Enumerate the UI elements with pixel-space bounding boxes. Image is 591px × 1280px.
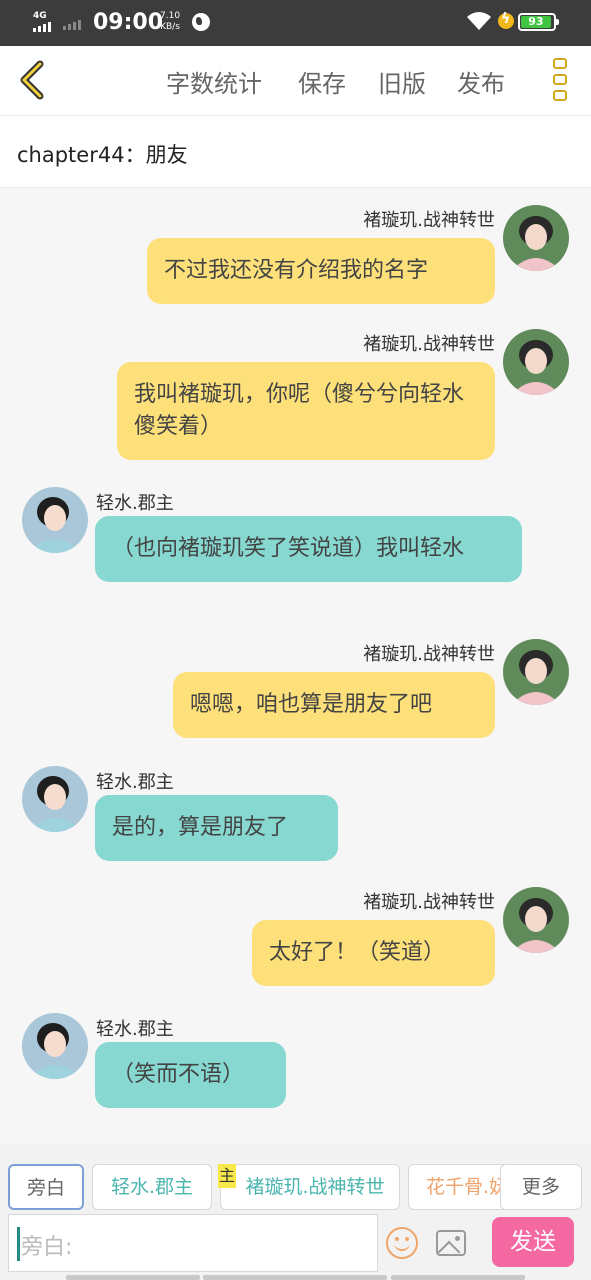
speaker-name: 褚璇玑.战神转世	[363, 210, 495, 231]
character-chip-narrator[interactable]: 旁白	[8, 1164, 84, 1210]
message-item[interactable]: 褚璇玑.战神转世 不过我还没有介绍我的名字	[0, 188, 591, 312]
speaker-name: 褚璇玑.战神转世	[363, 644, 495, 665]
message-bubble[interactable]: 太好了！（笑道）	[252, 920, 495, 986]
globe-icon	[192, 13, 210, 31]
signal-2-icon	[63, 20, 81, 30]
status-time: 09:00	[93, 10, 164, 35]
speaker-name: 褚璇玑.战神转世	[363, 892, 495, 913]
message-bubble[interactable]: 是的，算是朋友了	[95, 795, 338, 861]
input-bar: 旁白: 发送	[0, 1214, 591, 1280]
emoji-icon[interactable]	[386, 1227, 418, 1259]
word-count-button[interactable]: 字数统计	[166, 64, 262, 99]
speed-value: 7.10	[160, 11, 181, 21]
message-bubble[interactable]: （也向褚璇玑笑了笑说道）我叫轻水	[95, 516, 522, 582]
message-item[interactable]: 轻水.郡主 是的，算是朋友了	[0, 757, 591, 867]
avatar[interactable]	[503, 887, 569, 953]
character-selector: 旁白 轻水.郡主 褚璇玑.战神转世 主 花千骨.妩 更多	[0, 1144, 591, 1214]
scroll-indicator	[203, 1275, 387, 1280]
input-placeholder: 旁白:	[21, 1235, 73, 1260]
chapter-title[interactable]: chapter44：朋友	[17, 139, 188, 169]
send-button[interactable]: 发送	[492, 1217, 574, 1267]
avatar[interactable]	[503, 639, 569, 705]
more-characters-button[interactable]: 更多	[500, 1164, 582, 1210]
avatar[interactable]	[503, 329, 569, 395]
speaker-name: 轻水.郡主	[96, 493, 174, 514]
network-speed: 7.10 KB/s	[160, 11, 180, 33]
speaker-name: 轻水.郡主	[96, 772, 174, 793]
avatar[interactable]	[22, 766, 88, 832]
avatar[interactable]	[22, 1013, 88, 1079]
more-menu-icon[interactable]	[546, 58, 574, 104]
image-icon[interactable]	[436, 1230, 466, 1256]
old-version-button[interactable]: 旧版	[378, 64, 426, 99]
speaker-name: 轻水.郡主	[96, 1019, 174, 1040]
back-icon[interactable]	[12, 58, 56, 102]
message-bubble[interactable]: 嗯嗯，咱也算是朋友了吧	[173, 672, 495, 738]
speed-unit: KB/s	[160, 22, 180, 32]
speaker-name: 褚璇玑.战神转世	[363, 334, 495, 355]
charging-icon	[498, 11, 514, 29]
message-input[interactable]: 旁白:	[8, 1214, 378, 1272]
chapter-header: chapter44：朋友	[0, 116, 591, 188]
scroll-indicator	[66, 1275, 200, 1280]
message-item[interactable]: 轻水.郡主 （也向褚璇玑笑了笑说道）我叫轻水	[0, 478, 591, 628]
message-bubble[interactable]: 我叫褚璇玑，你呢（傻兮兮向轻水傻笑着）	[117, 362, 495, 460]
publish-button[interactable]: 发布	[457, 64, 505, 99]
scroll-indicator	[391, 1275, 525, 1280]
battery-level: 93	[521, 16, 551, 28]
avatar[interactable]	[503, 205, 569, 271]
message-bubble[interactable]: 不过我还没有介绍我的名字	[147, 238, 495, 304]
character-chip-xuanji[interactable]: 褚璇玑.战神转世	[220, 1164, 400, 1210]
main-character-badge: 主	[218, 1164, 236, 1188]
network-type: 4G	[33, 11, 47, 21]
message-bubble[interactable]: （笑而不语）	[95, 1042, 286, 1108]
battery-icon: 93	[518, 13, 559, 31]
signal-icon	[33, 22, 51, 32]
wifi-icon	[467, 12, 491, 30]
message-item[interactable]: 褚璇玑.战神转世 我叫褚璇玑，你呢（傻兮兮向轻水傻笑着）	[0, 312, 591, 462]
character-chip-huaqiangu[interactable]: 花千骨.妩	[408, 1164, 508, 1210]
text-caret	[17, 1227, 20, 1261]
editor-toolbar: 字数统计 保存 旧版 发布	[0, 46, 591, 116]
message-item[interactable]: 褚璇玑.战神转世 嗯嗯，咱也算是朋友了吧	[0, 622, 591, 752]
chat-list[interactable]: 褚璇玑.战神转世 不过我还没有介绍我的名字 褚璇玑.战神转世 我叫褚璇玑，你呢（…	[0, 188, 591, 1144]
message-item[interactable]: 轻水.郡主 （笑而不语）	[0, 1004, 591, 1124]
character-chip-qingshui[interactable]: 轻水.郡主	[92, 1164, 212, 1210]
avatar[interactable]	[22, 487, 88, 553]
status-bar: 4G 09:00 7.10 KB/s 93	[0, 0, 591, 46]
message-item[interactable]: 褚璇玑.战神转世 太好了！（笑道）	[0, 870, 591, 988]
save-button[interactable]: 保存	[298, 64, 346, 99]
